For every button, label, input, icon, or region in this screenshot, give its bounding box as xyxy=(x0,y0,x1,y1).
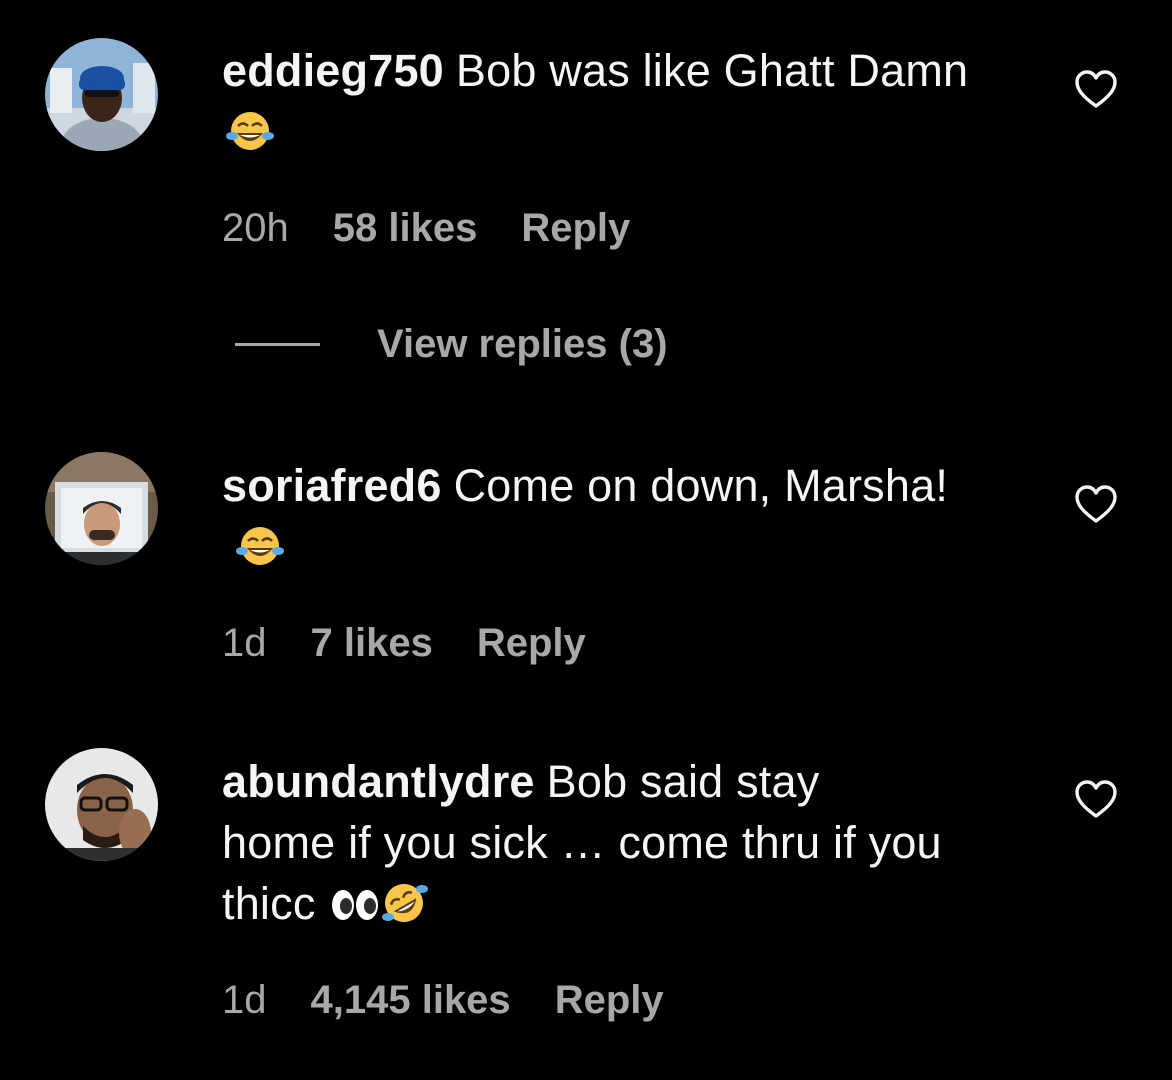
heart-icon[interactable] xyxy=(1074,780,1118,820)
comment-message: Come on down, Marsha! xyxy=(453,460,949,511)
comment-meta: 1d 7 likes Reply xyxy=(222,621,982,666)
eyes-icon xyxy=(330,879,380,940)
rolling-on-the-floor-laughing-icon xyxy=(380,879,428,940)
view-replies-label[interactable]: View replies (3) xyxy=(377,322,668,367)
avatar[interactable] xyxy=(45,38,158,151)
comment-meta: 20h 58 likes Reply xyxy=(222,206,982,251)
comment-meta: 1d 4,145 likes Reply xyxy=(222,978,982,1023)
comment-likes[interactable]: 4,145 likes xyxy=(311,978,511,1023)
comment-likes[interactable]: 7 likes xyxy=(311,621,433,666)
comment-username[interactable]: soriafred6 xyxy=(222,460,442,511)
reply-button[interactable]: Reply xyxy=(477,621,586,666)
comment-text: abundantlydre Bob said stay home if you s… xyxy=(222,751,942,940)
divider-line xyxy=(235,342,320,346)
view-replies-button[interactable]: View replies (3) xyxy=(235,320,668,368)
reply-button[interactable]: Reply xyxy=(555,978,664,1023)
comment-username[interactable]: eddieg750 xyxy=(222,45,444,96)
face-with-tears-of-joy-icon xyxy=(226,107,274,168)
face-with-tears-of-joy-icon xyxy=(236,522,284,583)
comment-time: 20h xyxy=(222,206,289,250)
comment-body: soriafred6 Come on down, Marsha! 1d 7 lik… xyxy=(222,455,982,666)
avatar[interactable] xyxy=(45,452,158,565)
comment-username[interactable]: abundantlydre xyxy=(222,756,535,807)
heart-icon[interactable] xyxy=(1074,70,1118,110)
comment-message: Bob was like Ghatt Damn xyxy=(455,45,969,96)
comment-time: 1d xyxy=(222,978,267,1022)
comment-body: eddieg750 Bob was like Ghatt Damn 20h 58 … xyxy=(222,40,982,251)
comment-likes[interactable]: 58 likes xyxy=(333,206,478,251)
heart-icon[interactable] xyxy=(1074,485,1118,525)
comment-body: abundantlydre Bob said stay home if you s… xyxy=(222,751,982,1023)
avatar[interactable] xyxy=(45,748,158,861)
comment-time: 1d xyxy=(222,621,267,665)
comment-text: eddieg750 Bob was like Ghatt Damn xyxy=(222,40,982,168)
reply-button[interactable]: Reply xyxy=(521,206,630,251)
comment-text: soriafred6 Come on down, Marsha! xyxy=(222,455,982,583)
